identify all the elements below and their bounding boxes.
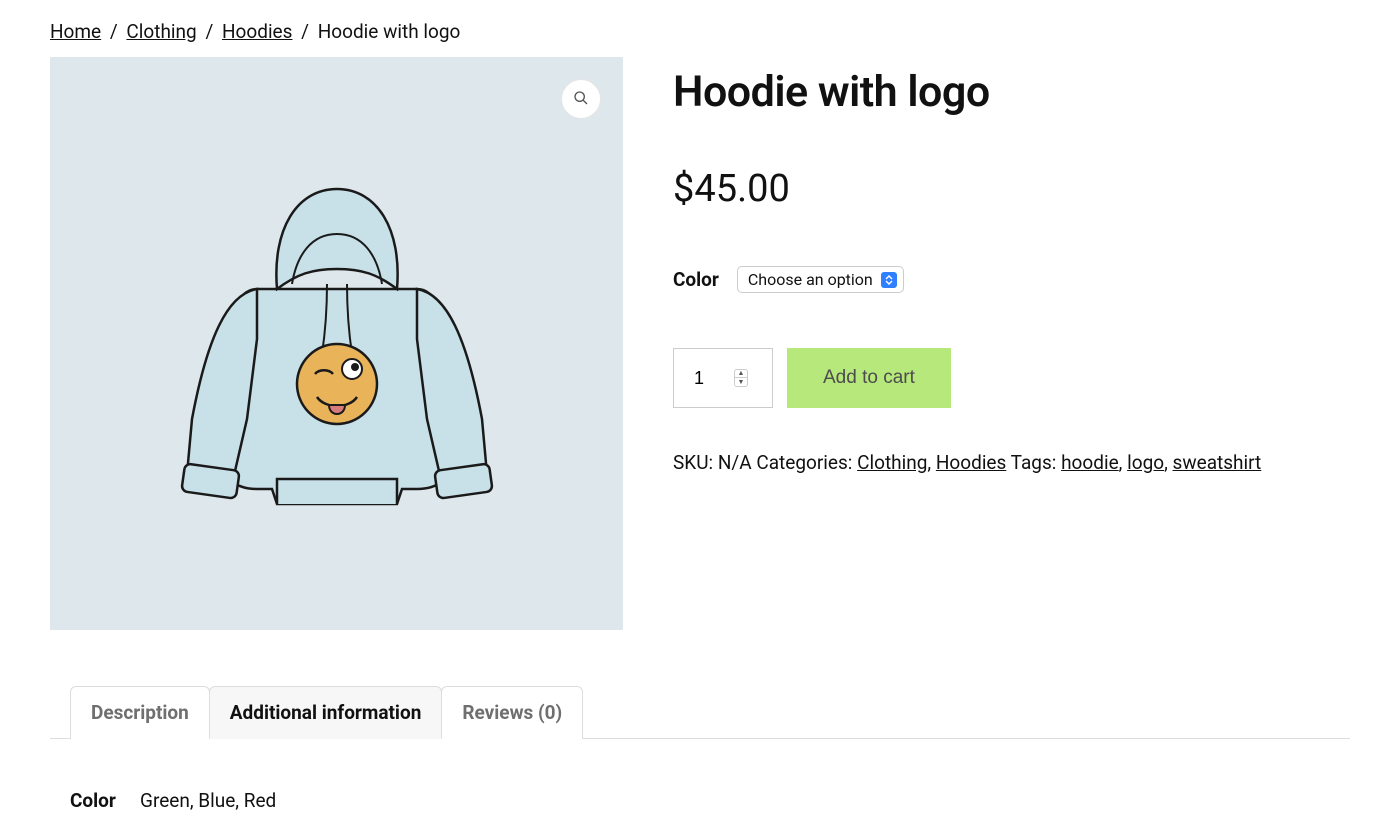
variation-color-label: Color xyxy=(673,268,719,291)
breadcrumb-current: Hoodie with logo xyxy=(318,20,461,43)
breadcrumb-sep: / xyxy=(205,20,213,43)
zoom-button[interactable] xyxy=(561,79,601,119)
product-summary: Hoodie with logo $45.00 Color Choose an … xyxy=(673,57,1350,630)
breadcrumb-clothing[interactable]: Clothing xyxy=(126,20,196,43)
sku-label: SKU: xyxy=(673,451,713,474)
attribute-color-row: Color Green, Blue, Red xyxy=(70,789,1330,812)
meta-comma: , xyxy=(927,451,935,474)
product-tabs: Description Additional information Revie… xyxy=(50,685,1350,812)
color-select[interactable]: Choose an option xyxy=(737,266,904,293)
attribute-color-values: Green, Blue, Red xyxy=(140,789,276,812)
select-chevrons-icon xyxy=(881,272,897,288)
meta-comma: , xyxy=(1164,451,1172,474)
breadcrumb: Home / Clothing / Hoodies / Hoodie with … xyxy=(50,20,1350,43)
tag-hoodie-link[interactable]: hoodie xyxy=(1061,451,1119,474)
tag-logo-link[interactable]: logo xyxy=(1127,451,1164,474)
variation-color-row: Color Choose an option xyxy=(673,266,1350,293)
categories-label: Categories: xyxy=(756,451,852,474)
product-price: $45.00 xyxy=(673,167,1350,211)
tags-label: Tags: xyxy=(1011,451,1057,474)
breadcrumb-sep: / xyxy=(301,20,309,43)
add-to-cart-button[interactable]: Add to cart xyxy=(787,348,951,408)
category-clothing-link[interactable]: Clothing xyxy=(857,451,927,474)
attribute-color-label: Color xyxy=(70,789,126,812)
tab-description[interactable]: Description xyxy=(70,686,210,739)
tab-reviews[interactable]: Reviews (0) xyxy=(441,686,583,739)
quantity-stepper[interactable]: ▲ ▼ xyxy=(673,348,773,408)
breadcrumb-sep: / xyxy=(110,20,118,43)
hoodie-illustration xyxy=(177,159,497,529)
color-select-value: Choose an option xyxy=(748,270,873,289)
quantity-arrows[interactable]: ▲ ▼ xyxy=(734,369,748,387)
magnifier-icon xyxy=(573,90,589,109)
category-hoodies-link[interactable]: Hoodies xyxy=(936,451,1006,474)
quantity-input[interactable] xyxy=(694,368,734,389)
breadcrumb-hoodies[interactable]: Hoodies xyxy=(222,20,292,43)
quantity-down-icon[interactable]: ▼ xyxy=(735,378,747,386)
sku-value: N/A xyxy=(718,451,752,474)
tab-content-additional: Color Green, Blue, Red xyxy=(50,739,1350,812)
tab-additional-information[interactable]: Additional information xyxy=(209,686,443,739)
product-title: Hoodie with logo xyxy=(673,67,1350,117)
product-meta: SKU: N/A Categories: Clothing, Hoodies T… xyxy=(673,448,1350,478)
breadcrumb-home[interactable]: Home xyxy=(50,20,101,43)
tag-sweatshirt-link[interactable]: sweatshirt xyxy=(1173,451,1262,474)
product-image[interactable] xyxy=(50,57,623,630)
quantity-up-icon[interactable]: ▲ xyxy=(735,370,747,378)
meta-comma: , xyxy=(1119,451,1127,474)
